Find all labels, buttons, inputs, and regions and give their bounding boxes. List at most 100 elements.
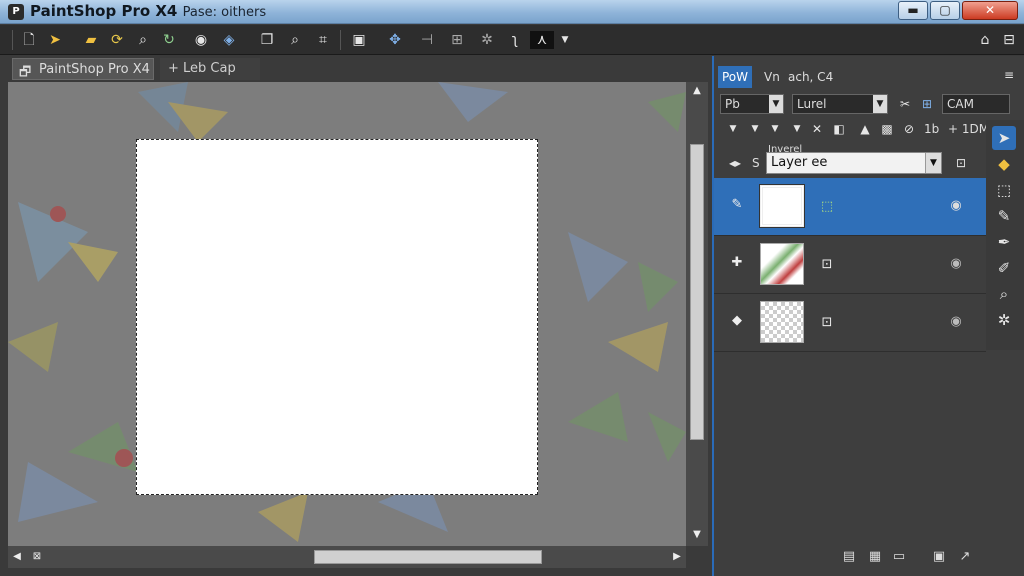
layer-value-a: 1b [924,122,940,136]
tool-dropdown-value: Pb [725,97,740,111]
visibility-eye-icon[interactable]: ◉ [946,255,966,273]
horizontal-scrollbar[interactable]: ◀ ⊠ ▶ [8,546,686,568]
expand-collapse-icon[interactable]: ◂▸ [726,154,744,172]
toolbar-separator [12,30,13,50]
layers-palette: PoW Vn ach, C4 ≡ Pb ▼ Lurel ▼ ✂ ⊞ CAM ▼ … [712,56,1024,576]
title-bar: P PaintShop Pro X4 Pase: oithers ▬ ▢ ✕ [0,0,1024,24]
menu-icon[interactable]: ≡ [1000,66,1018,84]
layer-properties-icon[interactable]: ⊡ [952,154,970,172]
chevron-down-icon[interactable]: ▼ [556,31,574,49]
duplicate-layer-icon[interactable]: ▦ [866,548,884,566]
scroll-right-icon[interactable]: ▶ [670,550,684,564]
chevron-down-icon: ▼ [925,153,941,173]
layer-thumbnail [760,301,804,343]
tab-paintshop-pro-x4[interactable]: 🗗 PaintShop Pro X4 [12,58,154,80]
minimize-button[interactable]: ▬ [898,1,928,20]
layer-name-value: Layer ee [771,155,828,170]
tab-pow[interactable]: PoW [718,66,753,88]
scroll-left-icon[interactable]: ◀ [10,550,24,564]
chevron-down-icon[interactable]: ▼ [746,120,764,138]
tab-new-document[interactable]: + Leb Cap [160,58,260,80]
visibility-eye-icon[interactable]: ◉ [946,313,966,331]
group-layer-icon[interactable]: ▭ [890,548,908,566]
warning-icon[interactable]: ▲ [856,120,874,138]
horizontal-scroll-thumb[interactable] [314,550,542,564]
vertical-scroll-thumb[interactable] [690,144,704,440]
fill-icon[interactable]: ◆ [992,152,1016,176]
paintshop-app-icon[interactable]: P [8,4,24,20]
merge-layer-icon[interactable]: ▣ [930,548,948,566]
layer-s-label: S [752,156,760,170]
image-canvas[interactable] [136,139,538,495]
blend-mode-dropdown[interactable]: Lurel ▼ [792,94,888,114]
lock-icon[interactable]: ▩ [878,120,896,138]
grid-icon[interactable]: ⊞ [918,95,936,113]
pointer-icon[interactable]: ➤ [992,126,1016,150]
scissors-icon[interactable]: ✂ [896,95,914,113]
transform-icon[interactable]: ⊞ [448,31,466,49]
palette-bottom-bar: ▤ ▦ ▭ ▣ ↗ [714,546,1024,568]
tab-vn[interactable]: Vn [760,66,784,88]
tab-label: PaintShop Pro X4 [39,62,150,77]
new-icon[interactable]: 🗋 [20,31,38,49]
search-zoom-icon[interactable]: ⌕ [134,31,152,49]
gear-icon[interactable]: ✲ [478,31,496,49]
scroll-down-icon[interactable]: ▼ [690,528,704,542]
link-icon[interactable]: ⊘ [900,120,918,138]
layer-value-b: + 1DM [948,122,990,136]
brush-icon[interactable]: ✎ [992,204,1016,228]
vector-node-icon[interactable]: ⬚ [818,198,836,216]
layer-options-row: Pb ▼ Lurel ▼ ✂ ⊞ CAM [720,94,1010,116]
chevron-down-icon[interactable]: ▼ [724,120,742,138]
pen-icon[interactable]: ✒ [992,230,1016,254]
layer-name-dropdown[interactable]: Layer ee ▼ [766,152,942,174]
layer-icons-row: ▼ ▼ ▼ ▼ ✕ ◧ ▲ ▩ ⊘ 1b + 1DM [720,120,992,142]
chevron-down-icon[interactable]: ▼ [788,120,806,138]
select-icon[interactable]: ⬚ [992,178,1016,202]
collapse-icon[interactable]: ⊟ [1000,31,1018,49]
plus-icon: ✚ [731,255,743,270]
close-icon[interactable]: ✕ [808,120,826,138]
gear-icon[interactable]: ✲ [992,308,1016,332]
layer-row-raster[interactable]: ✚ ⊡ ◉ [714,236,986,294]
rotate-icon[interactable]: ↻ [160,31,178,49]
open-icon[interactable]: ➤ [46,31,64,49]
mask-icon[interactable]: ⊡ [818,314,836,332]
document-tab-bar: 🗗 PaintShop Pro X4 + Leb Cap [8,56,710,82]
nav-icon[interactable]: ⊠ [30,550,44,564]
layer-thumbnail [760,243,804,285]
chevron-down-icon: ▼ [769,95,783,113]
mode-value: CAM [947,97,974,111]
circle-icon[interactable]: ◉ [192,31,210,49]
layer-row-vector[interactable]: ✎ ⬚ ◉ [714,178,986,236]
tool-dropdown[interactable]: Pb ▼ [720,94,784,114]
chevron-down-icon[interactable]: ▼ [766,120,784,138]
dropper-icon[interactable]: ✐ [992,256,1016,280]
align-icon[interactable]: ⊣ [418,31,436,49]
layer-row-mask[interactable]: ◆ ⊡ ◉ [714,294,986,352]
move-icon[interactable]: ✥ [386,31,404,49]
magnify-icon[interactable]: ⌕ [992,282,1016,306]
close-button[interactable]: ✕ [962,1,1018,20]
layers-icon[interactable]: ◈ [220,31,238,49]
search-icon[interactable]: ⌕ [286,31,304,49]
copy-icon[interactable]: ❐ [258,31,276,49]
visibility-eye-icon[interactable]: ◉ [946,197,966,215]
maximize-button[interactable]: ▢ [930,1,960,20]
tab-ach[interactable]: ach, C4 [784,66,837,88]
arrange-icon[interactable]: ▣ [350,31,368,49]
opacity-icon[interactable]: ◧ [830,120,848,138]
scroll-up-icon[interactable]: ▲ [690,84,704,98]
vertical-scrollbar[interactable]: ▲ ▼ [686,82,708,546]
refresh-icon[interactable]: ⟳ [108,31,126,49]
brush-icon[interactable]: ʅ [506,31,524,49]
text-icon[interactable]: ⋏ [530,31,554,49]
crop-icon[interactable]: ⌗ [314,31,332,49]
mode-field[interactable]: CAM [942,94,1010,114]
camera-icon[interactable]: ⌂ [976,31,994,49]
canvas-workspace[interactable] [8,82,686,546]
folder-icon[interactable]: ▰ [82,31,100,49]
delete-layer-icon[interactable]: ↗ [956,548,974,566]
new-layer-icon[interactable]: ▤ [840,548,858,566]
mask-icon[interactable]: ⊡ [818,256,836,274]
